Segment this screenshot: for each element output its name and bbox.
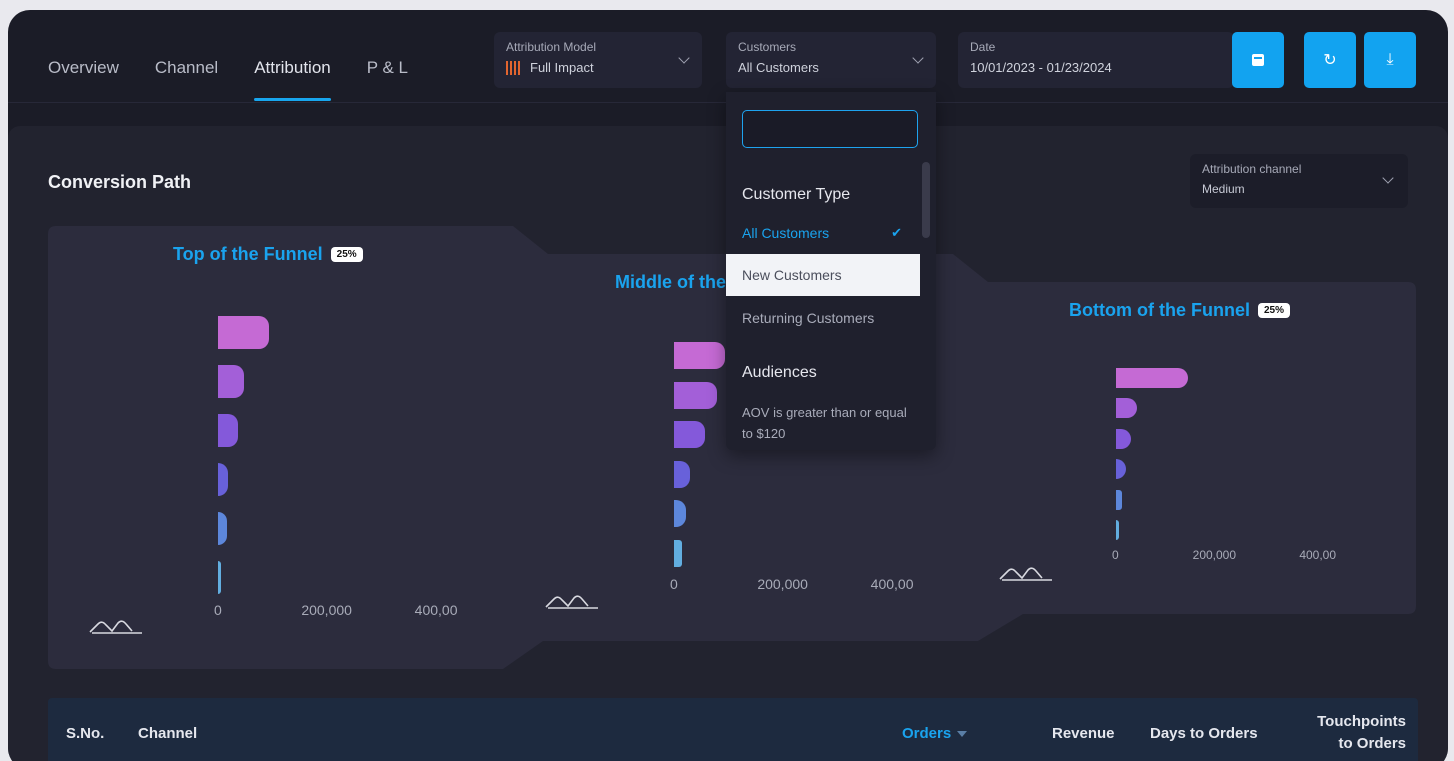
- download-icon: ⤓: [1386, 51, 1394, 68]
- bar[interactable]: [674, 381, 717, 409]
- bar[interactable]: [674, 539, 682, 567]
- col-touchpoints-line2: to Orders: [1338, 735, 1406, 752]
- customers-dropdown-menu: Customer Type All Customers ✔ New Custom…: [726, 92, 936, 450]
- chart-title: Bottom of the Funnel: [1069, 300, 1250, 320]
- tab-attribution[interactable]: Attribution: [254, 58, 331, 101]
- bar[interactable]: [1116, 368, 1188, 388]
- orders-table-header: S.No. Channel Orders Revenue Days to Ord…: [48, 698, 1418, 761]
- menu-item-label: New Customers: [742, 267, 842, 283]
- date-value: 10/01/2023 - 01/23/2024: [970, 60, 1112, 75]
- date-label: Date: [970, 40, 996, 54]
- chart-title: Top of the Funnel: [173, 244, 323, 264]
- attribution-channel-label: Attribution channel: [1202, 162, 1302, 176]
- menu-item-label: Returning Customers: [742, 310, 875, 326]
- customers-value: All Customers: [738, 60, 819, 75]
- bar[interactable]: [218, 561, 222, 594]
- col-days-to-orders[interactable]: Days to Orders: [1150, 725, 1258, 742]
- col-orders-label: Orders: [902, 724, 952, 742]
- bar[interactable]: [218, 414, 238, 447]
- x-tick-label: 200,000: [757, 576, 808, 592]
- customers-dropdown[interactable]: Customers All Customers: [726, 32, 936, 88]
- attribution-model-value: Full Impact: [530, 60, 594, 75]
- x-tick-label: 200,000: [301, 602, 352, 618]
- x-tick-label: 0: [670, 576, 678, 592]
- bar[interactable]: [218, 365, 244, 398]
- menu-item-label: All Customers: [742, 225, 830, 241]
- bar[interactable]: [218, 316, 269, 349]
- customers-label: Customers: [738, 40, 797, 54]
- attribution-model-label: Attribution Model: [506, 40, 597, 54]
- check-icon: ✔: [891, 225, 902, 240]
- download-button[interactable]: ⤓: [1364, 32, 1416, 88]
- menu-item-all-customers[interactable]: All Customers ✔: [726, 212, 920, 254]
- x-tick-label: 200,000: [1192, 548, 1237, 562]
- bar[interactable]: [1116, 489, 1123, 510]
- brand-logo-icon: [999, 567, 1052, 581]
- x-tick-label: 400,00: [414, 602, 458, 618]
- audiences-heading: Audiences: [742, 364, 817, 381]
- page-title: Conversion Path: [48, 172, 192, 192]
- refresh-icon: ↻: [1323, 52, 1337, 69]
- x-tick-label: 400,00: [870, 576, 914, 592]
- bar[interactable]: [674, 421, 706, 448]
- attribution-channel-value: Medium: [1202, 182, 1245, 196]
- refresh-button[interactable]: ↻: [1304, 32, 1356, 88]
- brand-logo-icon: [545, 595, 598, 609]
- customer-type-heading: Customer Type: [742, 186, 851, 203]
- col-orders[interactable]: Orders: [902, 724, 968, 742]
- chart-title: Middle of the: [615, 272, 726, 292]
- calendar-button[interactable]: [1232, 32, 1284, 88]
- brand-logo-icon: [89, 620, 142, 634]
- attribution-model-dropdown[interactable]: Attribution Model Full Impact: [494, 32, 702, 88]
- menu-scrollbar[interactable]: [922, 162, 930, 238]
- col-touchpoints-to-orders[interactable]: Touchpoints to Orders: [1317, 711, 1406, 755]
- x-tick-label: 0: [1112, 548, 1119, 562]
- calendar-icon: [1252, 54, 1264, 66]
- menu-item-returning-customers[interactable]: Returning Customers: [726, 297, 920, 339]
- main-tabs: Overview Channel Attribution P & L: [48, 58, 408, 101]
- audience-item[interactable]: AOV is greater than or equal to $120: [742, 402, 912, 444]
- x-tick-label: 400,00: [1299, 548, 1337, 562]
- bar[interactable]: [218, 512, 228, 545]
- tab-overview[interactable]: Overview: [48, 58, 119, 78]
- bar[interactable]: [674, 460, 690, 488]
- col-sno[interactable]: S.No.: [66, 725, 104, 742]
- date-range-picker[interactable]: Date 10/01/2023 - 01/23/2024: [958, 32, 1234, 88]
- percent-badge: 25%: [1257, 303, 1290, 318]
- sort-down-icon: [957, 730, 968, 737]
- menu-item-new-customers[interactable]: New Customers: [726, 254, 920, 296]
- bar[interactable]: [1116, 520, 1120, 540]
- full-impact-icon: [506, 60, 522, 75]
- x-tick-label: 0: [214, 602, 222, 618]
- percent-badge: 25%: [330, 247, 363, 262]
- app-window: Overview Channel Attribution P & L Attri…: [8, 10, 1448, 761]
- attribution-channel-dropdown[interactable]: Attribution channel Medium: [1190, 154, 1408, 208]
- col-touchpoints-line1: Touchpoints: [1317, 713, 1406, 730]
- col-revenue[interactable]: Revenue: [1052, 725, 1115, 742]
- tab-channel[interactable]: Channel: [155, 58, 218, 78]
- bar[interactable]: [674, 342, 725, 369]
- tab-pnl[interactable]: P & L: [367, 58, 408, 78]
- col-channel[interactable]: Channel: [138, 725, 197, 742]
- dropdown-search-input[interactable]: [742, 110, 918, 148]
